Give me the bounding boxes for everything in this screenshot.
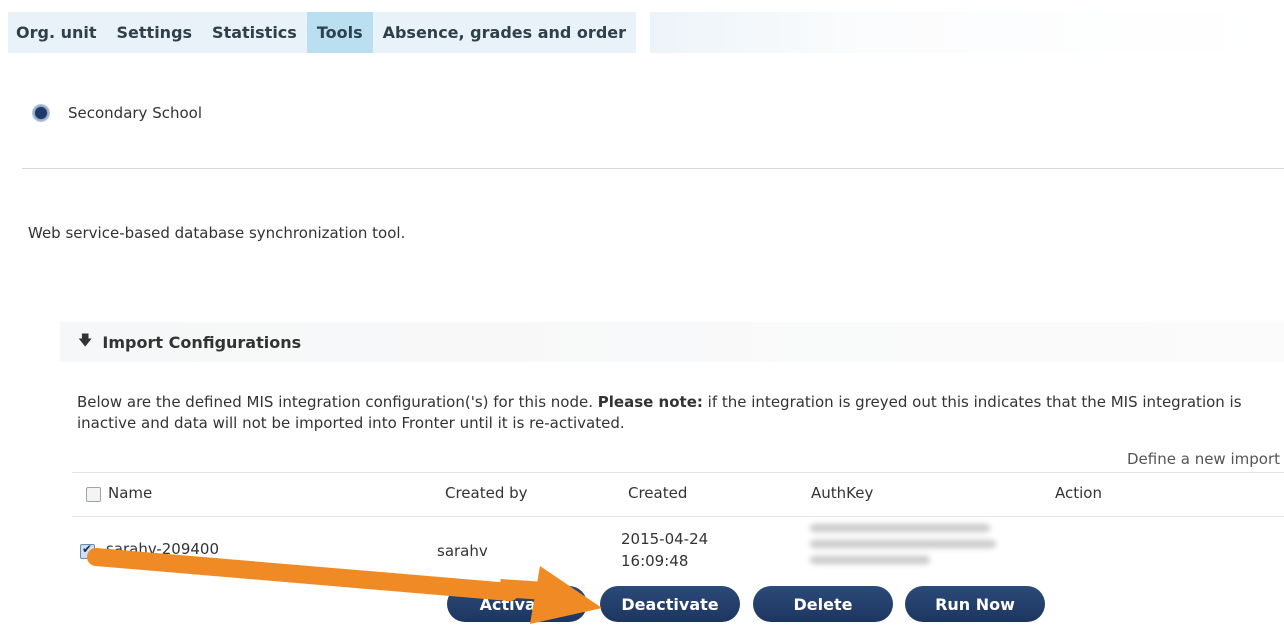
column-header-created[interactable]: Created (628, 484, 687, 502)
define-new-import-link[interactable]: Define a new import (1127, 450, 1280, 468)
tab-org-unit[interactable]: Org. unit (8, 12, 107, 53)
divider (22, 168, 1284, 169)
tab-tools[interactable]: Tools (306, 12, 373, 53)
org-unit-radio-icon[interactable] (32, 104, 50, 122)
collapse-arrow-icon[interactable]: 🡇 (78, 330, 92, 354)
tab-statistics[interactable]: Statistics (202, 12, 307, 53)
table-header-top-border (72, 472, 1284, 473)
table-header-bottom-border (72, 516, 1284, 517)
tab-settings[interactable]: Settings (107, 12, 203, 53)
row-select-checkbox[interactable] (80, 542, 95, 559)
page: Org. unit Settings Statistics Tools Abse… (0, 0, 1284, 633)
import-created-time: 16:09:48 (621, 552, 689, 570)
select-all-checkbox[interactable] (86, 487, 101, 502)
org-unit-name: Secondary School (68, 104, 203, 122)
tab-bar: Org. unit Settings Statistics Tools Abse… (8, 12, 637, 53)
deactivate-button[interactable]: Deactivate (600, 586, 740, 622)
column-header-name[interactable]: Name (108, 484, 152, 502)
activate-button[interactable]: Activate (447, 586, 587, 622)
import-created-by: sarahv (437, 542, 488, 560)
import-configurations-header[interactable]: 🡇 Import Configurations (60, 322, 1284, 362)
import-created-date: 2015-04-24 (621, 530, 709, 548)
tool-description: Web service-based database synchronizati… (28, 224, 406, 242)
column-header-created-by[interactable]: Created by (445, 484, 528, 502)
note-prefix: Below are the defined MIS integration co… (77, 393, 593, 411)
tab-absence-grades-order[interactable]: Absence, grades and order (373, 12, 636, 53)
org-unit-node[interactable]: Secondary School (32, 104, 202, 122)
tab-bar-fade (650, 12, 1284, 53)
section-title: Import Configurations (102, 332, 302, 352)
delete-button[interactable]: Delete (753, 586, 893, 622)
note-bold: Please note: (597, 393, 703, 411)
import-name[interactable]: sarahv-209400 (106, 540, 219, 558)
column-header-authkey: AuthKey (811, 484, 874, 502)
run-now-button[interactable]: Run Now (905, 586, 1045, 622)
integration-note: Below are the defined MIS integration co… (77, 392, 1277, 434)
authkey-redacted (810, 516, 1000, 576)
column-header-action: Action (1055, 484, 1102, 502)
